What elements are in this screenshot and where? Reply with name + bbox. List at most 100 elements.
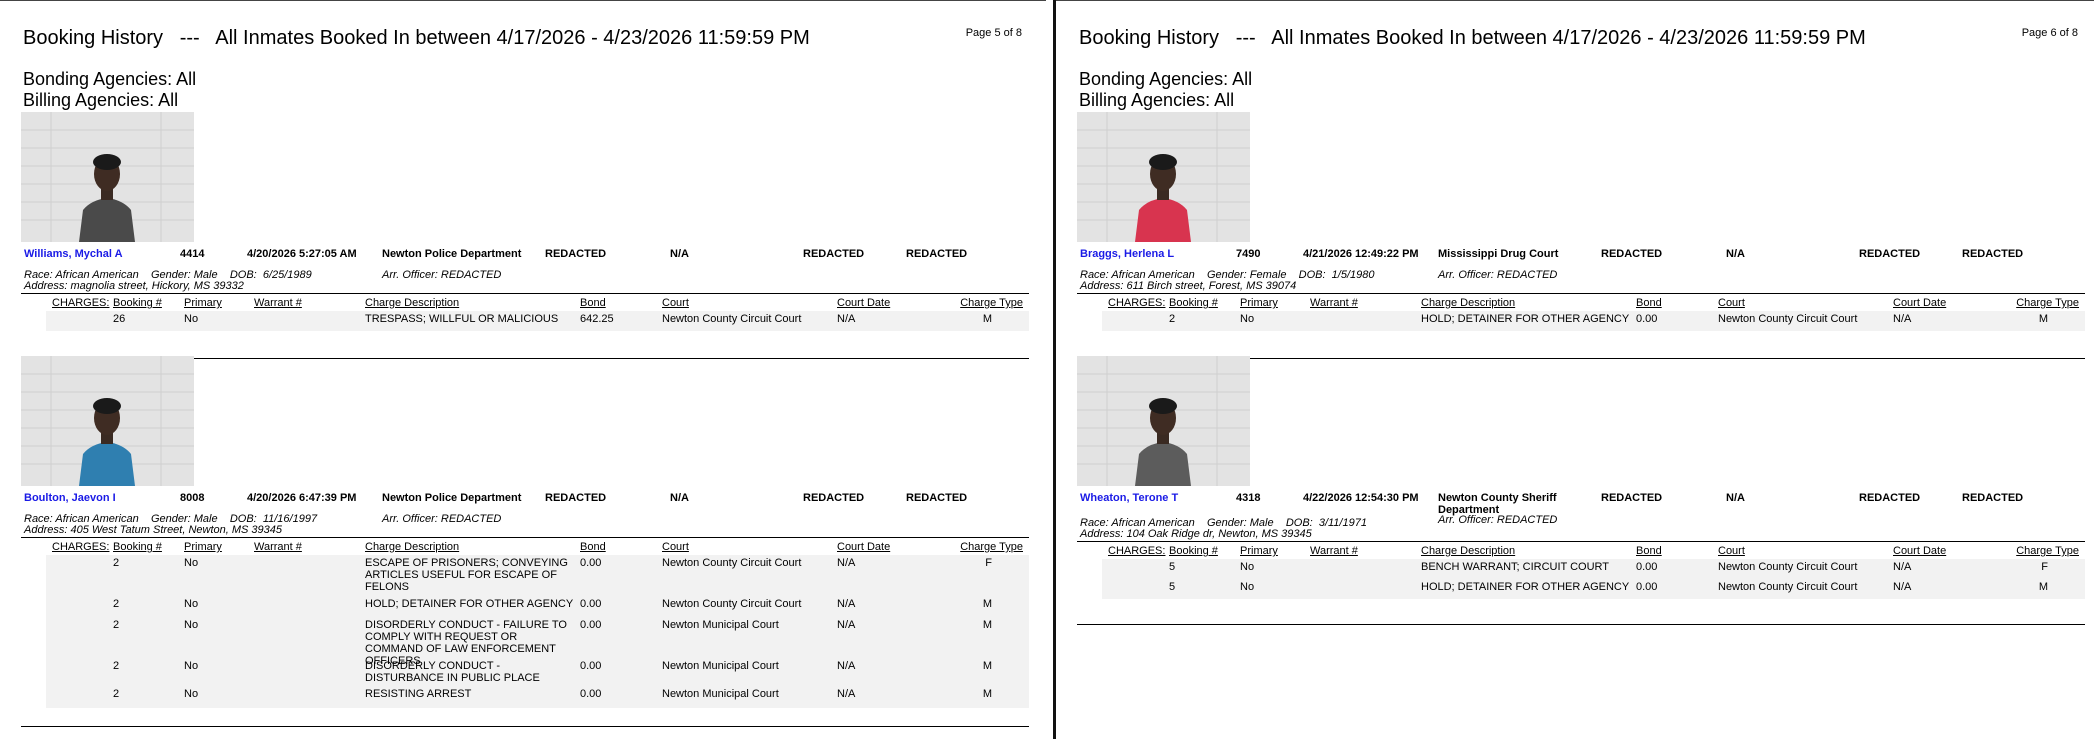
- charge-row: 5 No BENCH WARRANT; CIRCUIT COURT 0.00 Newto…: [1102, 559, 2085, 579]
- charge-court-date: N/A: [837, 688, 856, 700]
- charge-description: HOLD; DETAINER FOR OTHER AGENCY: [365, 598, 574, 610]
- charge-bond: 0.00: [580, 660, 602, 672]
- charge-row: 5 No HOLD; DETAINER FOR OTHER AGENCY 0.00 Ne…: [1102, 579, 2085, 599]
- charge-bond: 0.00: [580, 688, 602, 700]
- charge-primary: No: [184, 660, 199, 672]
- charge-row: 2 No RESISTING ARREST 0.00 Newton Municipal …: [46, 686, 1029, 708]
- address: Address: 104 Oak Ridge dr, Newton, MS 39…: [1080, 528, 1312, 540]
- charge-description: HOLD; DETAINER FOR OTHER AGENCY: [1421, 581, 1630, 593]
- charge-bond: 0.00: [580, 619, 602, 631]
- section-divider: [1077, 541, 2085, 542]
- charge-type: M: [982, 660, 992, 672]
- charge-court: Newton County Circuit Court: [662, 557, 802, 569]
- mugshot-photo: [1077, 356, 1250, 486]
- charge-booking: 2: [113, 619, 120, 631]
- charge-primary: No: [184, 688, 199, 700]
- charge-row: 2 No HOLD; DETAINER FOR OTHER AGENCY 0.00 Ne…: [46, 596, 1029, 617]
- court-date-header: Court Date: [837, 541, 891, 553]
- charge-booking: 2: [113, 557, 120, 569]
- booking-date: 4/20/2026 6:47:39 PM: [247, 492, 357, 504]
- charge-type: M: [2038, 581, 2048, 593]
- description-header: Charge Description: [1421, 545, 1516, 557]
- booking-header: Booking #: [1169, 545, 1218, 557]
- bond-header: Bond: [580, 541, 606, 553]
- booking-number: 8008: [180, 492, 205, 504]
- report-page-5: Booking History --- All Inmates Booked I…: [0, 0, 1046, 739]
- charge-type-header: Charge Type: [2016, 545, 2079, 557]
- charges-table: CHARGES: Booking # Primary Warrant # Charge …: [1102, 543, 2085, 599]
- charge-type: F: [985, 557, 992, 569]
- booking-date: 4/22/2026 12:54:30 PM: [1303, 492, 1419, 504]
- address: Address: 405 West Tatum Street, Newton, …: [24, 524, 283, 536]
- mugshot-photo: [21, 356, 194, 486]
- warrant-header: Warrant #: [254, 541, 302, 553]
- charge-court: Newton Municipal Court: [662, 688, 779, 700]
- charge-primary: No: [184, 619, 199, 631]
- charge-row: 2 No DISORDERLY CONDUCT - DISTURBANCE IN P…: [46, 658, 1029, 686]
- redacted-field: REDACTED: [906, 492, 968, 504]
- charge-primary: No: [1240, 581, 1255, 593]
- arresting-agency: Newton County Sheriff Department: [1438, 492, 1557, 516]
- charge-court: Newton County Circuit Court: [662, 598, 802, 610]
- charge-type: M: [982, 688, 992, 700]
- charge-booking: 2: [113, 688, 120, 700]
- bond-header: Bond: [1636, 545, 1662, 557]
- charge-court-date: N/A: [837, 619, 856, 631]
- charge-primary: No: [1240, 561, 1255, 573]
- charge-court-date: N/A: [837, 557, 856, 569]
- arresting-officer: Arr. Officer: REDACTED: [1438, 514, 1558, 526]
- charge-bond: 0.00: [1636, 561, 1658, 573]
- booking-record: Boulton, Jaevon I 8008 4/20/2026 6:47:39 P…: [21, 1, 1029, 739]
- record-bottom-rule: [1077, 624, 2085, 625]
- charge-booking: 5: [1169, 561, 1176, 573]
- charge-booking: 2: [113, 660, 120, 672]
- charge-row: 2 No ESCAPE OF PRISONERS; CONVEYING ARTICL…: [46, 555, 1029, 596]
- charge-bond: 0.00: [1636, 581, 1658, 593]
- description-header: Charge Description: [365, 541, 460, 553]
- redacted-field: REDACTED: [1962, 492, 2024, 504]
- booking-number: 4318: [1236, 492, 1261, 504]
- primary-header: Primary: [1240, 545, 1278, 557]
- charge-primary: No: [184, 557, 199, 569]
- charge-booking: 2: [113, 598, 120, 610]
- charge-description: BENCH WARRANT; CIRCUIT COURT: [1421, 561, 1610, 573]
- charge-row: 2 No DISORDERLY CONDUCT - FAILURE TO COMPL…: [46, 617, 1029, 667]
- charge-court: Newton Municipal Court: [662, 619, 779, 631]
- court-header: Court: [1718, 545, 1745, 557]
- charge-court: Newton Municipal Court: [662, 660, 779, 672]
- court-header: Court: [662, 541, 689, 553]
- arresting-agency: Newton Police Department: [382, 492, 522, 504]
- charge-bond: 0.00: [580, 557, 602, 569]
- charge-primary: No: [184, 598, 199, 610]
- charge-court-date: N/A: [1893, 561, 1912, 573]
- warrant-header: Warrant #: [1310, 545, 1358, 557]
- charges-label: CHARGES:: [1108, 545, 1166, 557]
- charge-booking: 5: [1169, 581, 1176, 593]
- charge-bond: 0.00: [580, 598, 602, 610]
- booking-header: Booking #: [113, 541, 162, 553]
- booking-record: Wheaton, Terone T 4318 4/22/2026 12:54:30 …: [1077, 1, 2085, 739]
- redacted-field: REDACTED: [803, 492, 865, 504]
- redacted-field: REDACTED: [1601, 492, 1663, 504]
- section-divider: [21, 537, 1029, 538]
- charge-description: RESISTING ARREST: [365, 688, 472, 700]
- charge-court-date: N/A: [837, 598, 856, 610]
- charge-court: Newton County Circuit Court: [1718, 581, 1858, 593]
- inmate-name[interactable]: Boulton, Jaevon I: [24, 492, 116, 504]
- court-date-header: Court Date: [1893, 545, 1947, 557]
- charge-description: ESCAPE OF PRISONERS; CONVEYING ARTICLES …: [365, 557, 568, 593]
- redacted-field: REDACTED: [1859, 492, 1921, 504]
- inmate-name[interactable]: Wheaton, Terone T: [1080, 492, 1178, 504]
- primary-header: Primary: [184, 541, 222, 553]
- charges-header: CHARGES: Booking # Primary Warrant # Charge …: [1102, 543, 2085, 559]
- redacted-field: REDACTED: [545, 492, 607, 504]
- charge-type: F: [2041, 561, 2048, 573]
- charge-type: M: [982, 598, 992, 610]
- charges-label: CHARGES:: [52, 541, 110, 553]
- record-bottom-rule: [21, 726, 1029, 727]
- charge-court-date: N/A: [1893, 581, 1912, 593]
- charges-header: CHARGES: Booking # Primary Warrant # Charge …: [46, 539, 1029, 555]
- charge-court: Newton County Circuit Court: [1718, 561, 1858, 573]
- na-field: N/A: [670, 492, 689, 504]
- charges-table: CHARGES: Booking # Primary Warrant # Charge …: [46, 539, 1029, 708]
